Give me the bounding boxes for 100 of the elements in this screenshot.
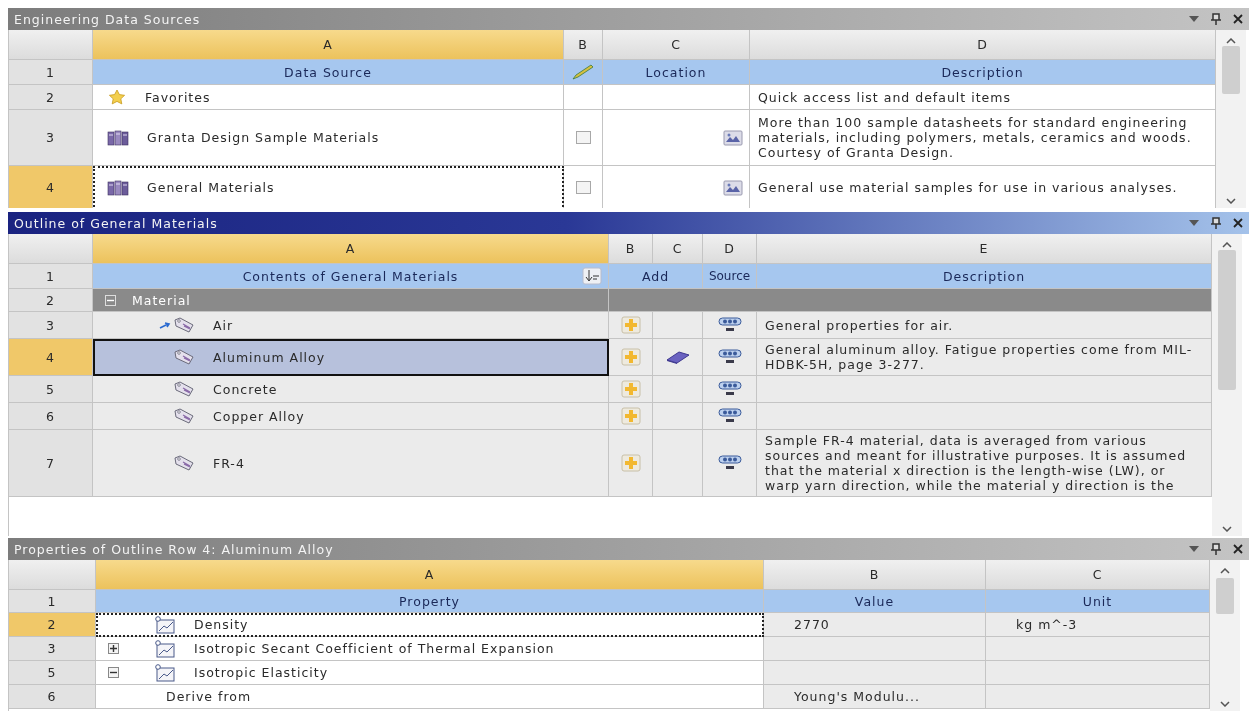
expand-button[interactable] — [108, 643, 119, 654]
pencil-icon — [571, 63, 595, 81]
dropdown-button[interactable] — [1189, 16, 1199, 22]
row-number[interactable]: 5 — [9, 376, 93, 403]
value-text[interactable]: Young's Modulu... — [794, 689, 920, 704]
row-number[interactable]: 3 — [9, 637, 96, 661]
source-name[interactable]: Granta Design Sample Materials — [147, 130, 380, 145]
column-header[interactable]: C — [603, 30, 750, 60]
pin-button[interactable] — [1211, 13, 1221, 25]
description-text: Quick access list and default items — [758, 89, 1011, 105]
panel-title: Properties of Outline Row 4: Aluminum Alloy — [14, 541, 335, 557]
row-number[interactable]: 7 — [9, 430, 93, 497]
table-cell[interactable]: Copper Alloy — [93, 403, 609, 430]
source-name[interactable]: Favorites — [145, 89, 211, 105]
dropdown-button[interactable] — [1189, 220, 1199, 226]
material-name[interactable]: FR-4 — [213, 455, 245, 471]
material-name[interactable]: Concrete — [213, 381, 278, 397]
property-name[interactable]: Isotropic Elasticity — [194, 665, 329, 680]
row-number: 1 — [9, 590, 96, 613]
books-icon — [107, 179, 129, 196]
row-number[interactable]: 2 — [9, 289, 93, 312]
description-text: Sample FR-4 material, data is averaged from various sources and meant for illustrative purposes. It is assumed that the material x direction is the length-wise (LW), or warp yarn direction, while the material y direction is the — [765, 433, 1188, 493]
table-cell[interactable]: Concrete — [93, 376, 609, 403]
scroll-up-button[interactable] — [1220, 568, 1230, 574]
table-cell[interactable]: FR-4 — [93, 430, 609, 497]
pin-button[interactable] — [1211, 543, 1221, 555]
material-name[interactable]: Air — [213, 317, 234, 333]
scrollbar-thumb[interactable] — [1216, 578, 1234, 614]
column-title[interactable]: Description — [757, 264, 1212, 289]
description-text: General use material samples for use in various analyses. — [758, 180, 1178, 195]
property-name[interactable]: Density — [194, 617, 249, 632]
panel-title: Outline of General Materials — [14, 215, 219, 231]
sort-icon[interactable] — [582, 267, 602, 285]
column-title[interactable]: Location — [603, 60, 750, 85]
image-icon — [723, 179, 743, 196]
scroll-down-button[interactable] — [1220, 701, 1230, 707]
material-name[interactable]: Copper Alloy — [213, 408, 305, 424]
dropdown-button[interactable] — [1189, 546, 1199, 552]
collapse-button[interactable] — [108, 667, 119, 678]
column-title[interactable]: Description — [750, 60, 1216, 85]
row-number[interactable]: 5 — [9, 661, 96, 685]
arrow-icon — [159, 320, 171, 330]
plus-icon — [109, 644, 118, 653]
table-cell[interactable]: Air — [93, 312, 609, 339]
database-icon — [716, 408, 743, 424]
close-button[interactable] — [1233, 14, 1243, 24]
description-text: More than 100 sample datasheets for standard engineering materials, including polymers, metals, ceramics and woods. Courtesy of Granta Design. — [758, 115, 1193, 160]
source-name[interactable]: General Materials — [147, 180, 275, 195]
column-header[interactable]: C — [653, 234, 703, 264]
column-header[interactable]: B — [609, 234, 653, 264]
pin-button[interactable] — [1211, 217, 1221, 229]
database-icon — [716, 455, 743, 471]
column-title[interactable]: Unit — [986, 590, 1210, 613]
column-header[interactable]: C — [986, 560, 1210, 590]
column-title[interactable]: Add — [609, 264, 703, 289]
row-number[interactable]: 4 — [9, 339, 93, 376]
row-number: 1 — [9, 264, 93, 289]
database-icon — [716, 381, 743, 397]
column-header[interactable]: B — [564, 30, 603, 60]
scrollbar-thumb[interactable] — [1222, 46, 1240, 94]
checkbox[interactable] — [575, 181, 591, 194]
scroll-up-button[interactable] — [1226, 38, 1236, 44]
row-number[interactable]: 4 — [9, 166, 93, 208]
row-number[interactable]: 6 — [9, 403, 93, 430]
property-name[interactable]: Isotropic Secant Coefficient of Thermal Expansion — [194, 641, 555, 656]
column-title[interactable]: Data Source — [93, 60, 564, 85]
checkbox[interactable] — [575, 131, 591, 144]
value-text[interactable]: 2770 — [794, 617, 830, 632]
book-icon — [664, 349, 691, 365]
image-icon — [723, 129, 743, 146]
column-title[interactable]: Source — [703, 264, 757, 289]
material-name[interactable]: Aluminum Alloy — [213, 349, 326, 365]
row-number[interactable]: 6 — [9, 685, 96, 709]
property-name[interactable]: Derive from — [166, 689, 252, 704]
row-number[interactable]: 2 — [9, 613, 96, 637]
scrollbar-thumb[interactable] — [1218, 250, 1236, 390]
column-title[interactable]: Property — [96, 590, 764, 613]
unit-text[interactable]: kg m^-3 — [1016, 617, 1078, 632]
column-header[interactable]: D — [750, 30, 1216, 60]
row-number[interactable]: 2 — [9, 85, 93, 110]
table-cell[interactable]: Aluminum Alloy — [93, 339, 609, 376]
scroll-down-button[interactable] — [1222, 526, 1232, 532]
column-title[interactable]: Value — [764, 590, 986, 613]
row-number[interactable]: 3 — [9, 110, 93, 166]
books-icon — [107, 129, 129, 146]
row-number[interactable]: 3 — [9, 312, 93, 339]
scroll-up-button[interactable] — [1222, 242, 1232, 248]
scroll-down-button[interactable] — [1226, 198, 1236, 204]
close-button[interactable] — [1233, 544, 1243, 554]
close-button[interactable] — [1233, 218, 1243, 228]
column-header[interactable]: E — [757, 234, 1212, 264]
column-header[interactable]: D — [703, 234, 757, 264]
star-icon — [107, 89, 127, 105]
description-text: General aluminum alloy. Fatigue properties come from MIL-HDBK-5H, page 3-277. — [765, 342, 1194, 372]
column-header[interactable]: B — [764, 560, 986, 590]
column-header[interactable]: A — [93, 234, 609, 264]
column-header[interactable]: A — [96, 560, 764, 590]
column-header[interactable]: A — [93, 30, 564, 60]
panel-title: Engineering Data Sources — [14, 11, 202, 27]
database-icon — [716, 349, 743, 365]
